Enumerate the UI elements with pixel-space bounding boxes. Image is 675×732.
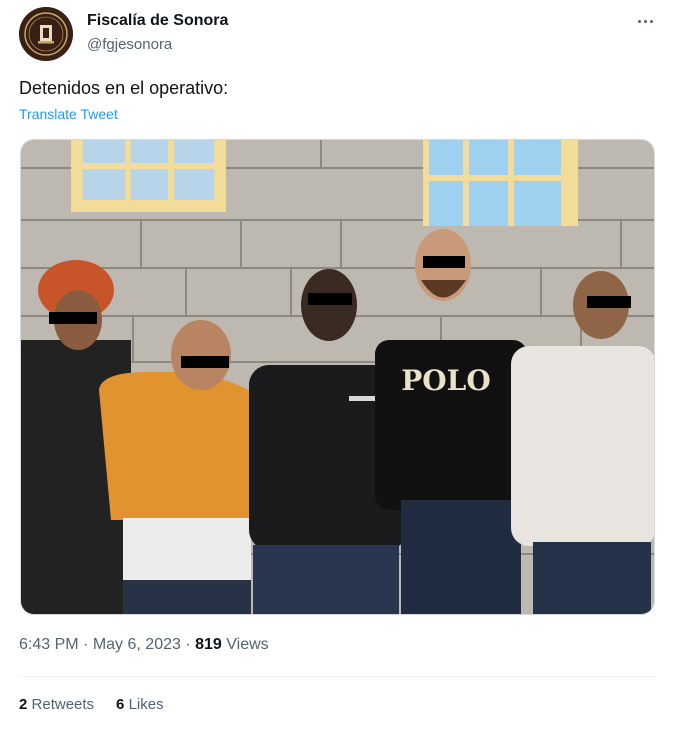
photo-illustration: POLO bbox=[21, 140, 654, 614]
more-options-button[interactable] bbox=[630, 8, 660, 34]
shirt-tag bbox=[349, 396, 375, 401]
likes-stat[interactable]: 6 Likes bbox=[116, 696, 164, 713]
retweets-label: Retweets bbox=[31, 696, 95, 713]
avatar[interactable] bbox=[19, 7, 73, 61]
retweets-stat[interactable]: 2 Retweets bbox=[19, 696, 94, 713]
meta-separator: · bbox=[83, 636, 89, 653]
author-name[interactable]: Fiscalía de Sonora bbox=[87, 12, 228, 30]
seal-logo-icon bbox=[19, 7, 73, 61]
shirt-text: POLO bbox=[401, 364, 491, 397]
views-count: 819 bbox=[195, 636, 222, 653]
divider bbox=[19, 676, 656, 677]
translate-tweet-link[interactable]: Translate Tweet bbox=[19, 106, 118, 122]
tweet-photo[interactable]: POLO bbox=[20, 139, 655, 615]
meta-separator: · bbox=[185, 636, 191, 653]
likes-label: Likes bbox=[128, 696, 164, 713]
more-horizontal-icon bbox=[643, 19, 647, 23]
more-horizontal-icon bbox=[637, 19, 641, 23]
tweet-time[interactable]: 6:43 PM bbox=[19, 636, 79, 653]
likes-count: 6 bbox=[116, 696, 125, 713]
tweet-text: Detenidos en el operativo: bbox=[19, 78, 229, 98]
author-handle[interactable]: @fgjesonora bbox=[87, 36, 172, 53]
tweet-date[interactable]: May 6, 2023 bbox=[93, 636, 181, 653]
retweets-count: 2 bbox=[19, 696, 28, 713]
tweet-meta: 6:43 PM · May 6, 2023 · 819 Views bbox=[19, 636, 269, 654]
views-label: Views bbox=[226, 636, 269, 653]
more-horizontal-icon bbox=[649, 19, 653, 23]
engagement-stats: 2 Retweets 6 Likes bbox=[19, 696, 164, 713]
